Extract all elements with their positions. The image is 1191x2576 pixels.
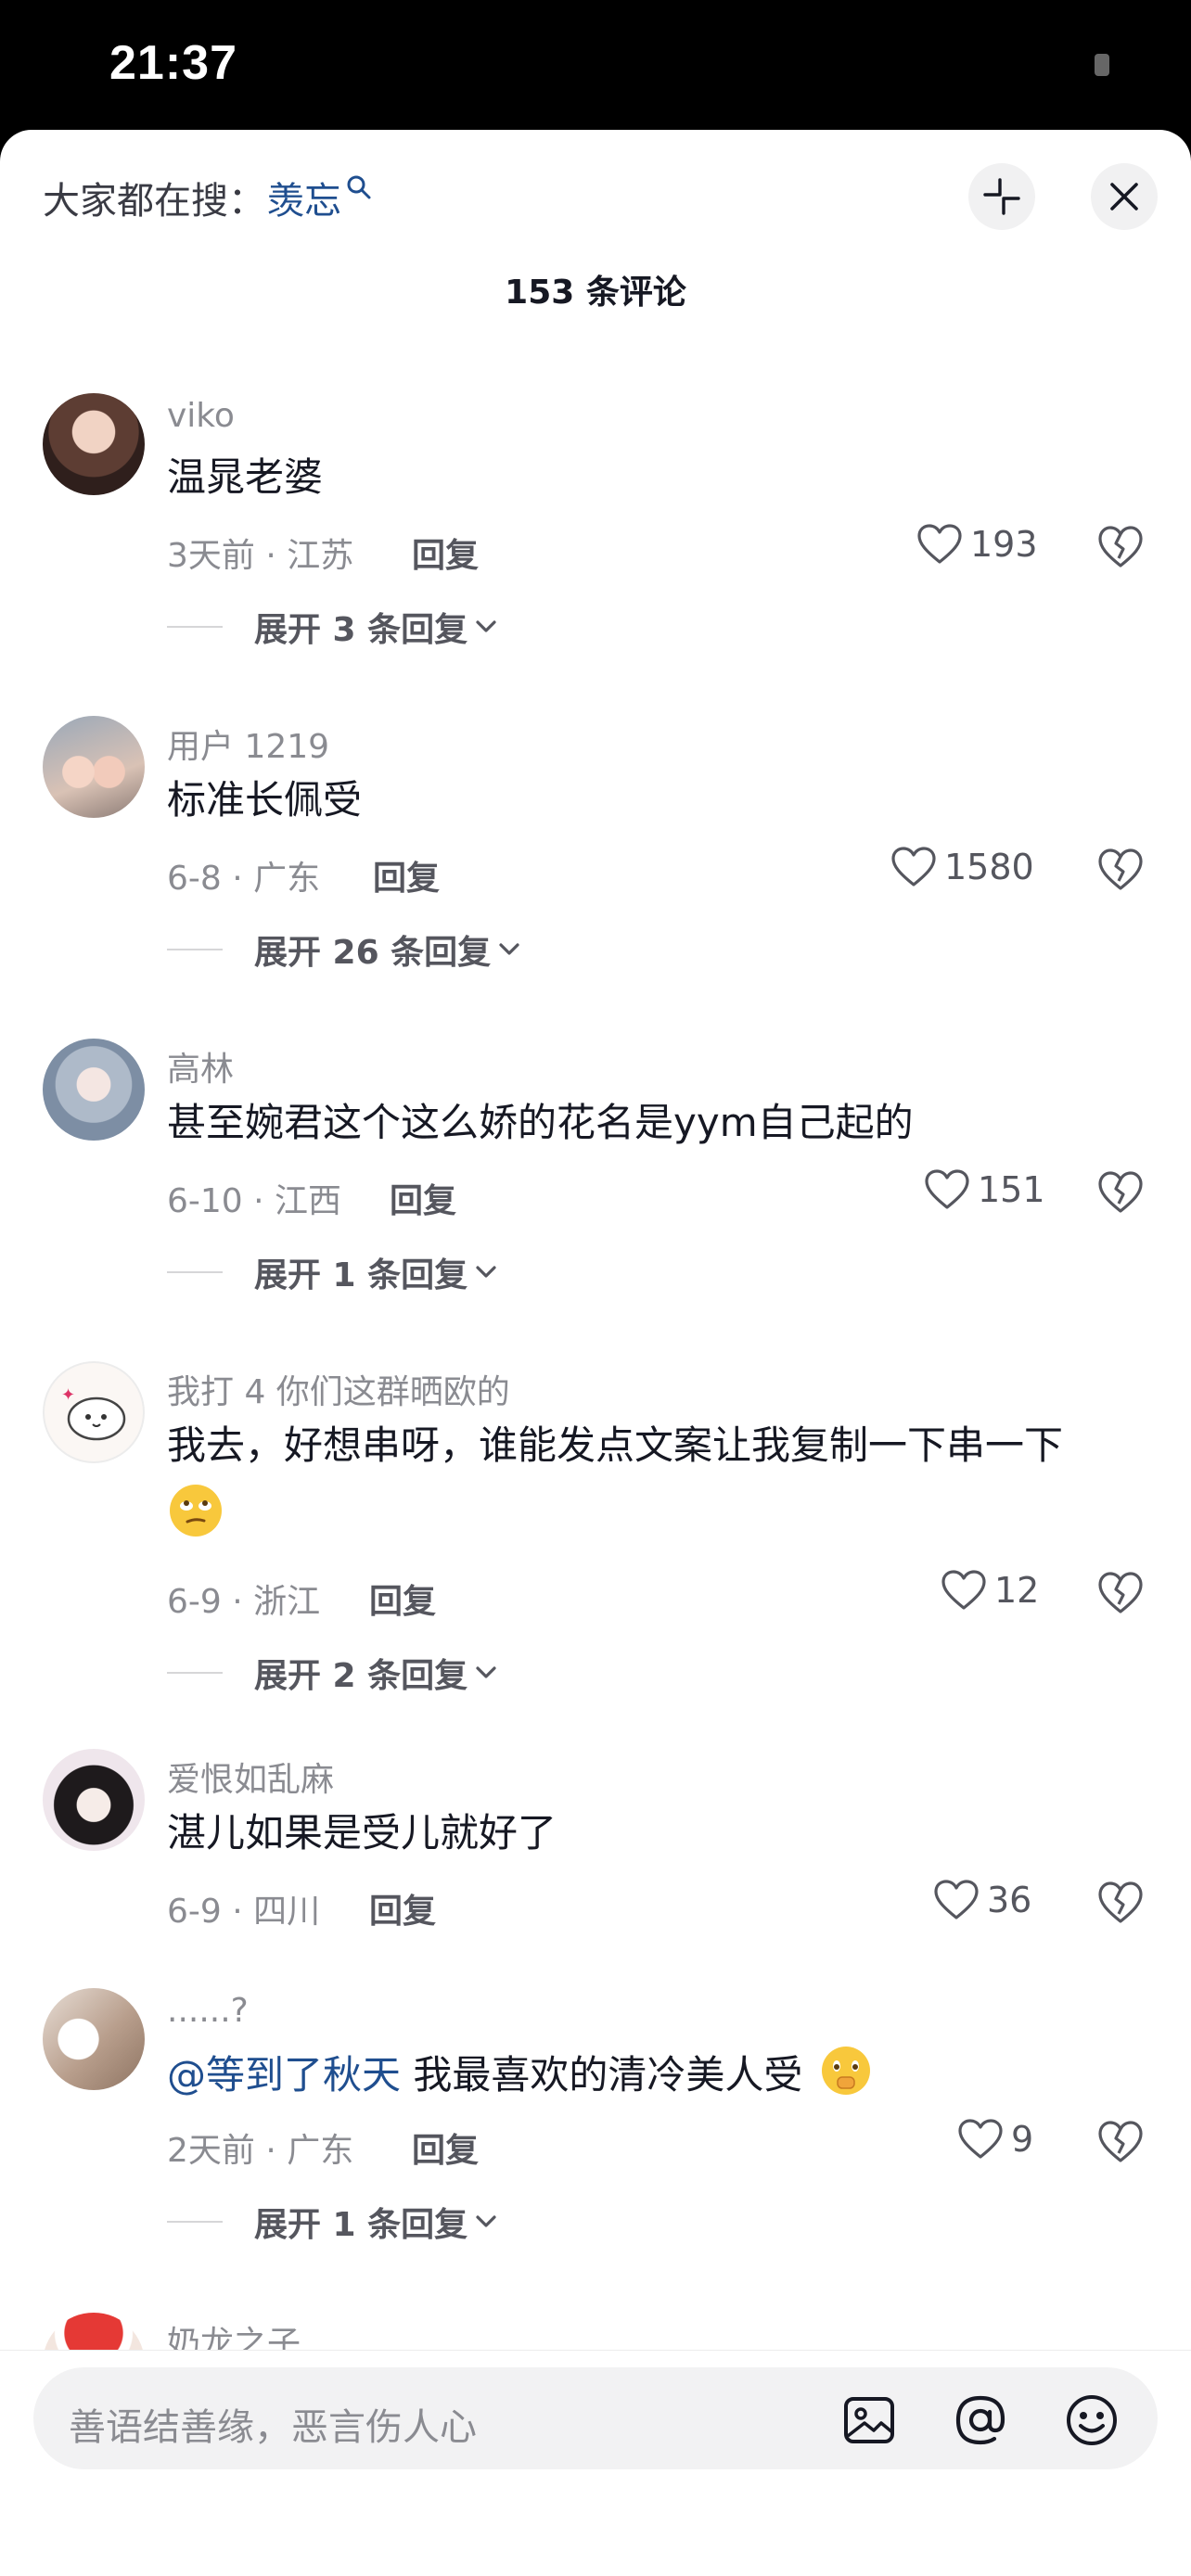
expand-replies-label: 展开 2 条回复 <box>254 1657 468 1695</box>
chevron-down-icon <box>476 1666 496 1678</box>
like-count: 9 <box>1011 2119 1034 2160</box>
avatar[interactable] <box>43 1039 145 1141</box>
divider <box>167 949 223 950</box>
comment-input[interactable]: 善语结善缘，恶言伤人心 <box>33 2367 1158 2469</box>
comment-text: 我去，好想串呀，谁能发点文案让我复制一下串一下 <box>167 1422 1064 1468</box>
comment-username[interactable]: 高林 <box>167 1042 234 1090</box>
search-suggestion-prefix: 大家都在搜： <box>43 180 265 223</box>
comment-meta: 6-10 · 江西 <box>167 1182 342 1220</box>
comment-sheet: 大家都在搜： 羡忘 153 条评论 viko 温晁老婆 3天前 · 江苏 回复 … <box>0 130 1191 2576</box>
broken-heart-icon[interactable] <box>1096 846 1145 894</box>
comment-text: 温晁老婆 <box>167 454 324 500</box>
expand-replies[interactable]: 展开 2 条回复 <box>167 1649 497 1697</box>
comment-meta: 3天前 · 江苏 <box>167 537 354 575</box>
expand-replies-label: 展开 1 条回复 <box>254 1256 468 1294</box>
comment-meta: 6-8 · 广东 <box>167 860 321 898</box>
avatar[interactable] <box>43 393 145 495</box>
like-button[interactable]: 36 <box>933 1879 1031 1921</box>
rolling-eyes-emoji-icon <box>170 1485 222 1537</box>
expand-replies-label: 展开 3 条回复 <box>254 611 468 649</box>
like-count: 151 <box>978 1169 1045 1210</box>
avatar[interactable]: ✦ <box>43 1361 145 1463</box>
comment-input-bar: 善语结善缘，恶言伤人心 <box>0 2350 1191 2576</box>
reply-button[interactable]: 回复 <box>412 2123 479 2172</box>
expand-replies-label: 展开 1 条回复 <box>254 2206 468 2244</box>
comment-meta: 6-9 · 四川 <box>167 1893 321 1931</box>
at-icon[interactable] <box>952 2391 1009 2449</box>
like-button[interactable]: 12 <box>941 1569 1039 1612</box>
like-button[interactable]: 1580 <box>890 846 1034 888</box>
expand-replies[interactable]: 展开 26 条回复 <box>167 925 520 974</box>
comment-text-body: 我最喜欢的清冷美人受 <box>401 2052 803 2098</box>
reply-button[interactable]: 回复 <box>369 1575 436 1623</box>
expand-replies-label: 展开 26 条回复 <box>254 934 492 972</box>
emoji-icon[interactable] <box>1063 2391 1121 2449</box>
divider <box>167 2221 223 2223</box>
comment-meta: 6-9 · 浙江 <box>167 1583 321 1621</box>
comment-count: 153 条评论 <box>505 274 686 312</box>
comment-input-placeholder: 善语结善缘，恶言伤人心 <box>69 2406 477 2449</box>
status-indicator <box>1095 54 1109 76</box>
close-button[interactable] <box>1091 163 1158 230</box>
divider <box>167 626 223 628</box>
comment-username[interactable]: ......? <box>167 1992 249 2030</box>
broken-heart-icon[interactable] <box>1096 1569 1145 1617</box>
status-time: 21:37 <box>109 36 237 90</box>
broken-heart-icon[interactable] <box>1096 2118 1145 2166</box>
heart-icon <box>941 1570 986 1610</box>
status-bar: 21:37 <box>0 0 1191 132</box>
chevron-down-icon <box>476 620 496 632</box>
avatar[interactable] <box>43 1988 145 2090</box>
comment-text: 湛儿如果是受儿就好了 <box>167 1810 557 1855</box>
svg-text:✦: ✦ <box>61 1385 75 1405</box>
like-count: 12 <box>994 1570 1040 1611</box>
like-count: 193 <box>970 524 1038 565</box>
like-button[interactable]: 9 <box>957 2118 1033 2161</box>
chevron-down-icon <box>476 1266 496 1278</box>
broken-heart-icon[interactable] <box>1096 1168 1145 1217</box>
expand-replies[interactable]: 展开 1 条回复 <box>167 2198 497 2246</box>
like-count: 36 <box>987 1880 1032 1920</box>
close-icon <box>1110 183 1138 210</box>
comment-username[interactable]: 我打 4 你们这群晒欧的 <box>167 1365 510 1413</box>
divider <box>167 1672 223 1674</box>
comment-meta: 2天前 · 广东 <box>167 2132 354 2170</box>
avatar[interactable] <box>43 716 145 818</box>
mention-link[interactable]: @等到了秋天 <box>167 2052 401 2098</box>
reply-button[interactable]: 回复 <box>373 851 440 899</box>
like-button[interactable]: 151 <box>924 1168 1045 1211</box>
search-suggestion-term[interactable]: 羡忘 <box>267 171 341 224</box>
broken-heart-icon[interactable] <box>1096 523 1145 571</box>
expand-replies[interactable]: 展开 3 条回复 <box>167 603 497 651</box>
heart-icon <box>891 847 936 886</box>
heart-icon <box>917 524 962 564</box>
reply-button[interactable]: 回复 <box>390 1174 456 1222</box>
shy-face-emoji-icon <box>821 2047 870 2095</box>
comment-username[interactable]: 爱恨如乱麻 <box>167 1753 334 1801</box>
heart-icon <box>925 1169 969 1209</box>
avatar[interactable] <box>43 1749 145 1851</box>
comment-text: @等到了秋天 我最喜欢的清冷美人受 <box>167 2044 873 2104</box>
expand-replies[interactable]: 展开 1 条回复 <box>167 1248 497 1296</box>
reply-button[interactable]: 回复 <box>412 529 479 577</box>
avatar-illustration: ✦ <box>61 1385 126 1441</box>
broken-heart-icon[interactable] <box>1096 1879 1145 1927</box>
heart-icon <box>934 1880 979 1919</box>
chevron-down-icon <box>499 943 519 955</box>
comment-text: 标准长佩受 <box>167 777 363 823</box>
divider <box>167 1271 223 1273</box>
heart-icon <box>958 2119 1003 2159</box>
chevron-down-icon <box>476 2215 496 2227</box>
search-suggestion[interactable]: 大家都在搜： 羡忘 <box>43 171 373 224</box>
comment-username[interactable]: 用户 1219 <box>167 720 329 768</box>
magnifier-icon <box>347 175 371 199</box>
image-icon[interactable] <box>840 2391 898 2449</box>
like-button[interactable]: 193 <box>916 523 1038 566</box>
collapse-arrows-icon <box>983 178 1020 215</box>
like-count: 1580 <box>944 847 1034 887</box>
comment-username[interactable]: viko <box>167 397 235 435</box>
comment-text: 甚至婉君这个这么娇的花名是yym自己起的 <box>167 1100 914 1145</box>
reply-button[interactable]: 回复 <box>369 1884 436 1932</box>
collapse-button[interactable] <box>968 163 1035 230</box>
